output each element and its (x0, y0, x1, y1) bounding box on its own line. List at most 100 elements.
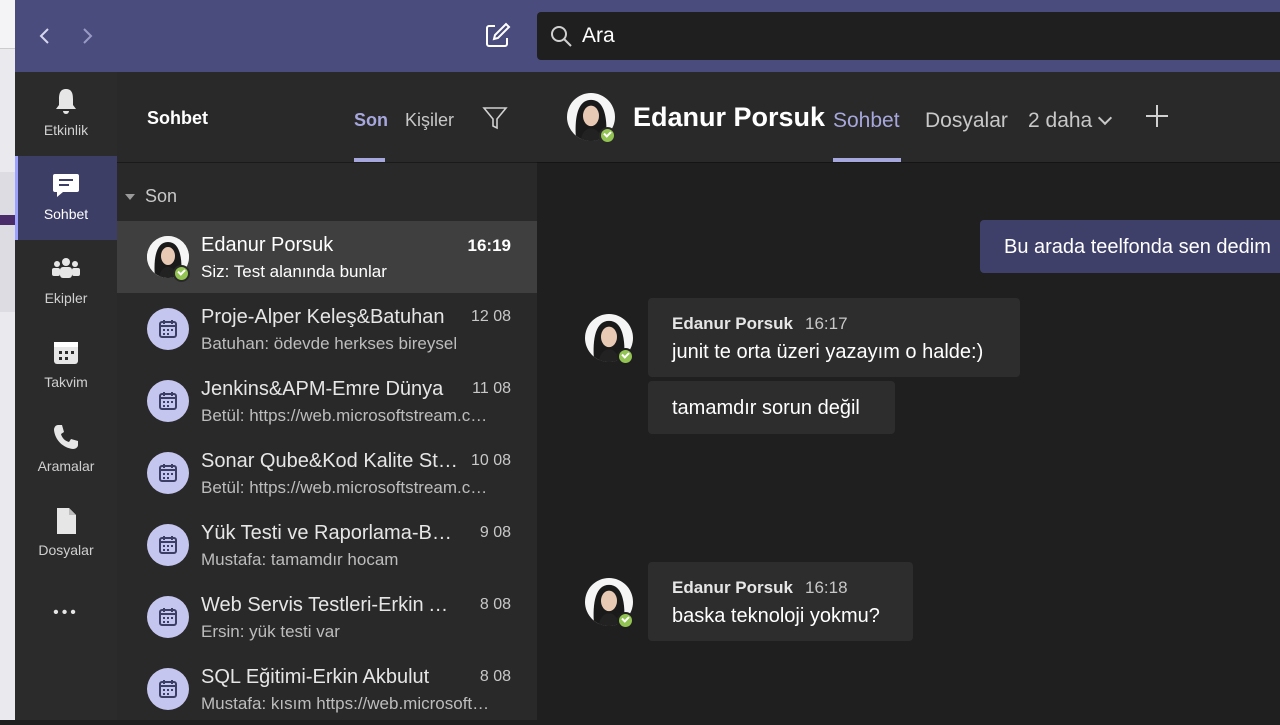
chat-name: Sonar Qube&Kod Kalite Standartları (201, 450, 461, 472)
bell-icon (56, 89, 76, 114)
tab-more-dropdown[interactable]: 2 daha (1028, 109, 1113, 133)
avatar (147, 452, 189, 494)
tab-recent[interactable]: Son (354, 110, 388, 131)
meeting-calendar-icon (159, 680, 177, 698)
chat-name: Jenkins&APM-Emre Dünya (201, 378, 444, 400)
chat-time: 8 08 (479, 668, 511, 685)
more-tabs-label: 2 daha (1028, 109, 1093, 132)
chat-time: 8 08 (479, 596, 511, 613)
chat-time: 9 08 (479, 524, 511, 541)
background-window-accent (0, 215, 15, 225)
back-button[interactable] (31, 22, 59, 50)
chat-time: 11 08 (472, 380, 511, 397)
message-text: Bu arada teelfonda sen dedim (1004, 236, 1271, 258)
app-rail: Etkinlik Sohbet Ekipler Takvim Aramalar … (15, 72, 117, 720)
message-text: tamamdır sorun değil (672, 397, 860, 419)
chat-name: Yük Testi ve Raporlama-Batuhan (201, 522, 461, 544)
rail-item-teams[interactable]: Ekipler (15, 240, 117, 324)
message-bubble[interactable]: Edanur Porsuk 16:17 junit te orta üzeri … (648, 298, 1020, 377)
rail-label: Sohbet (43, 206, 89, 222)
chat-time: 12 08 (470, 308, 511, 325)
message-time: 16:18 (805, 578, 848, 597)
chat-list-item[interactable]: SQL Eğitimi-Erkin Akbulut 8 08 Mustafa: … (117, 653, 537, 725)
chat-list-item[interactable]: Proje-Alper Keleş&Batuhan 12 08 Batuhan:… (117, 293, 537, 365)
chevron-left-icon (39, 28, 49, 44)
chat-list-title: Sohbet (147, 108, 208, 128)
rail-item-chat[interactable]: Sohbet (15, 156, 117, 240)
presence-available-icon (599, 127, 616, 144)
rail-label: Ekipler (44, 290, 88, 306)
rail-item-activity[interactable]: Etkinlik (15, 72, 117, 156)
chat-list-item[interactable]: Edanur Porsuk 16:19 Siz: Test alanında b… (117, 221, 537, 293)
chevron-right-icon (83, 28, 93, 44)
search-box[interactable]: Ara (537, 12, 1280, 60)
tab-contacts[interactable]: Kişiler (405, 110, 454, 131)
chat-list-item[interactable]: Sonar Qube&Kod Kalite Standartları 10 08… (117, 437, 537, 509)
background-window-panel (0, 172, 15, 312)
search-placeholder[interactable]: Ara (582, 24, 615, 48)
chat-time: 16:19 (467, 236, 511, 255)
file-icon (57, 508, 76, 534)
top-bar: Ara (15, 0, 1280, 72)
message-bubble[interactable]: tamamdır sorun değil (648, 381, 895, 434)
chat-list-pane: Sohbet Son Kişiler Son Edanur Porsuk 16:… (117, 72, 537, 720)
new-chat-button[interactable] (481, 20, 513, 52)
meeting-calendar-icon (159, 536, 177, 554)
chat-name: Edanur Porsuk (201, 234, 334, 256)
chat-preview: Mustafa: tamamdır hocam (201, 550, 399, 569)
avatar (147, 380, 189, 422)
add-tab-icon[interactable] (1143, 102, 1171, 130)
chat-time: 10 08 (470, 452, 511, 469)
background-window-edge (0, 0, 15, 720)
message-bubble[interactable]: Edanur Porsuk 16:18 baska teknoloji yokm… (648, 562, 913, 641)
more-icon: ••• (53, 604, 79, 621)
active-tab-indicator (354, 158, 385, 162)
rail-more-button[interactable]: ••• (15, 576, 117, 660)
chat-name: SQL Eğitimi-Erkin Akbulut (201, 666, 430, 688)
rail-label: Etkinlik (43, 122, 89, 138)
conversation-title: Edanur Porsuk (633, 102, 826, 132)
search-icon (551, 26, 572, 47)
section-header-recent[interactable]: Son (125, 186, 177, 207)
message-author: Edanur Porsuk (672, 314, 793, 333)
chat-list-item[interactable]: Yük Testi ve Raporlama-Batuhan 9 08 Must… (117, 509, 537, 581)
teams-icon (52, 258, 80, 278)
compose-icon (486, 22, 511, 47)
message-bubble-mine[interactable]: Bu arada teelfonda sen dedim (980, 220, 1280, 273)
chat-preview: Batuhan: ödevde herkses bireysel (201, 334, 458, 353)
rail-label: Dosyalar (38, 542, 94, 558)
tab-chat[interactable]: Sohbet (833, 109, 900, 133)
rail-item-calls[interactable]: Aramalar (15, 408, 117, 492)
meeting-calendar-icon (159, 608, 177, 626)
conversation-pane: Edanur Porsuk Sohbet Dosyalar 2 daha Bu … (537, 72, 1280, 720)
chat-icon (53, 174, 79, 197)
rail-item-files[interactable]: Dosyalar (15, 492, 117, 576)
active-tab-indicator (833, 158, 901, 162)
rail-item-calendar[interactable]: Takvim (15, 324, 117, 408)
chevron-down-icon (1098, 110, 1113, 126)
avatar (147, 308, 189, 350)
presence-available-icon (617, 348, 634, 365)
meeting-calendar-icon (159, 392, 177, 410)
chat-preview: Betül: https://web.microsoftstream.com (201, 406, 491, 425)
meeting-calendar-icon (159, 464, 177, 482)
meeting-calendar-icon (159, 320, 177, 338)
rail-label: Aramalar (37, 458, 95, 474)
rail-label: Takvim (44, 374, 88, 390)
chat-preview: Siz: Test alanında bunlar (201, 262, 387, 281)
presence-available-icon (173, 265, 190, 282)
filter-icon[interactable] (482, 105, 508, 131)
chat-list-item[interactable]: Web Servis Testleri-Erkin Akbulut 8 08 E… (117, 581, 537, 653)
tab-files[interactable]: Dosyalar (925, 109, 1008, 133)
forward-button[interactable] (73, 22, 101, 50)
chat-preview: Mustafa: kısım https://web.microsoftstre… (201, 694, 491, 713)
calendar-icon (54, 342, 78, 364)
message-text: junit te orta üzeri yazayım o halde:) (672, 341, 984, 363)
presence-available-icon (617, 612, 634, 629)
message-text: baska teknoloji yokmu? (672, 605, 880, 627)
section-label: Son (145, 186, 178, 206)
chat-name: Proje-Alper Keleş&Batuhan (201, 306, 445, 328)
avatar (147, 524, 189, 566)
background-window-titlebar (0, 0, 15, 49)
chat-list-item[interactable]: Jenkins&APM-Emre Dünya 11 08 Betül: http… (117, 365, 537, 437)
